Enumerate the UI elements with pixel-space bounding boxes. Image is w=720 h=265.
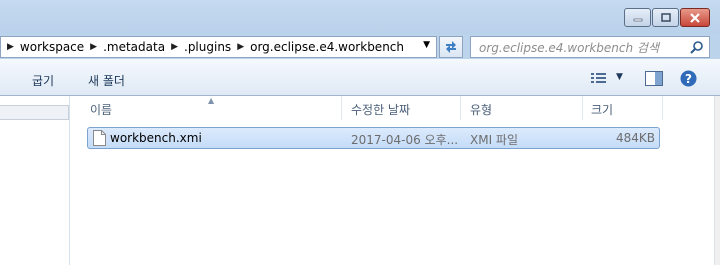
chevron-right-icon[interactable]: ▶ <box>171 42 178 52</box>
preview-pane-icon[interactable] <box>645 71 663 86</box>
command-bar: 굽기 새 폴더 ▼ ? <box>0 59 720 96</box>
nav-selected-item[interactable] <box>0 105 69 120</box>
breadcrumb-plugins[interactable]: ▶ .plugins <box>165 40 231 54</box>
help-icon[interactable]: ? <box>680 70 697 87</box>
column-divider[interactable] <box>460 96 461 120</box>
search-placeholder: org.eclipse.e4.workbench 검색 <box>479 40 659 55</box>
column-name[interactable]: 이름 <box>90 101 112 118</box>
svg-text:?: ? <box>685 72 692 86</box>
breadcrumb-workbench[interactable]: ▶ org.eclipse.e4.workbench <box>231 40 404 54</box>
refresh-button[interactable] <box>439 36 463 58</box>
chevron-right-icon[interactable]: ▶ <box>237 42 244 52</box>
column-header: ▲ 이름 수정한 날짜 유형 크기 <box>71 96 720 121</box>
chevron-right-icon[interactable]: ▶ <box>90 42 97 52</box>
chevron-right-icon[interactable]: ▶ <box>7 42 14 52</box>
column-type[interactable]: 유형 <box>470 101 492 118</box>
breadcrumb-workspace[interactable]: ▶ workspace <box>1 40 84 54</box>
close-button[interactable] <box>680 8 710 27</box>
refresh-icon <box>446 41 456 53</box>
navigation-pane <box>0 96 70 265</box>
breadcrumb-metadata[interactable]: ▶ .metadata <box>84 40 165 54</box>
minimize-button[interactable] <box>624 8 651 27</box>
column-divider[interactable] <box>341 96 342 120</box>
table-row[interactable]: workbench.xmi 2017-04-06 오후... XMI 파일 48… <box>87 127 660 149</box>
file-list: ▲ 이름 수정한 날짜 유형 크기 workbench.xmi 2017-04-… <box>71 96 720 265</box>
views-icon[interactable] <box>591 72 607 84</box>
title-bar <box>0 0 720 34</box>
maximize-button[interactable] <box>652 8 679 27</box>
close-icon <box>690 12 700 23</box>
sort-ascending-icon: ▲ <box>208 96 215 105</box>
search-input[interactable]: org.eclipse.e4.workbench 검색 <box>470 36 710 58</box>
column-divider[interactable] <box>582 96 583 120</box>
column-date[interactable]: 수정한 날짜 <box>351 101 410 118</box>
file-size: 484KB <box>615 131 655 145</box>
file-date: 2017-04-06 오후... <box>351 133 459 147</box>
file-type: XMI 파일 <box>470 133 519 147</box>
views-dropdown-icon[interactable]: ▼ <box>616 72 623 82</box>
burn-button[interactable]: 굽기 <box>32 72 54 89</box>
vertical-scrollbar[interactable] <box>714 96 720 265</box>
caption-buttons <box>623 8 710 27</box>
address-dropdown-icon[interactable]: ▼ <box>423 40 430 50</box>
new-folder-button[interactable]: 새 폴더 <box>88 72 125 89</box>
minimize-icon <box>633 18 642 21</box>
file-icon <box>93 130 106 146</box>
address-bar: ▶ workspace ▶ .metadata ▶ .plugins ▶ org… <box>0 34 720 59</box>
address-box[interactable]: ▶ workspace ▶ .metadata ▶ .plugins ▶ org… <box>0 36 437 58</box>
column-size[interactable]: 크기 <box>591 101 613 118</box>
maximize-icon <box>660 13 671 22</box>
search-icon[interactable] <box>690 40 704 54</box>
column-divider[interactable] <box>662 96 663 120</box>
file-name: workbench.xmi <box>110 131 202 145</box>
